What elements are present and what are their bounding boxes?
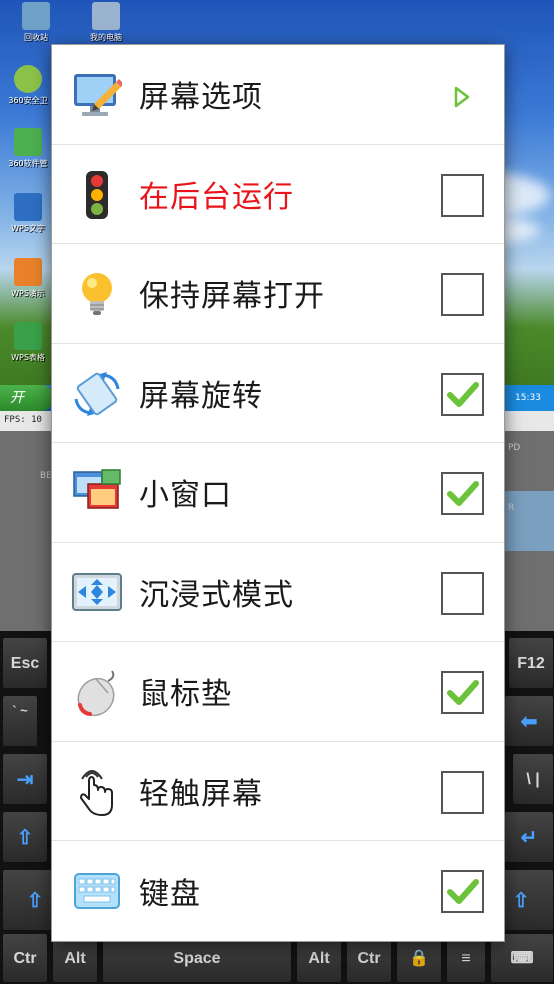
lock-icon: 🔒 (409, 950, 429, 967)
wps-writer-icon (14, 193, 42, 221)
computer-icon (92, 2, 120, 30)
small-window-checkbox[interactable] (441, 472, 484, 515)
menu-item-small-window[interactable]: 小窗口 (52, 443, 504, 543)
menu-item-label: 轻触屏幕 (139, 776, 263, 812)
backspace-key[interactable]: ⬅ (504, 695, 554, 747)
esc-key[interactable]: Esc (2, 637, 48, 689)
system-clock: 15:33 (502, 385, 554, 411)
menu-item-screen-rotation[interactable]: 屏幕旋转 (52, 344, 504, 443)
caps-lock-key[interactable]: ⇧ (2, 811, 48, 863)
menu-item-keyboard[interactable]: 键盘 (52, 841, 504, 941)
small-window-icon (72, 468, 122, 518)
backslash-key[interactable]: \ | (512, 753, 554, 805)
keyboard-checkbox[interactable] (441, 870, 484, 913)
menu-item-label: 屏幕选项 (139, 80, 263, 116)
keyboard-icon: ⌨ (510, 950, 534, 967)
desktop-icon-wps-writer[interactable]: WPS文字 (2, 193, 54, 234)
menu-item-label: 在后台运行 (139, 179, 294, 215)
check-icon (447, 481, 479, 506)
enter-key[interactable]: ↵ (504, 811, 554, 863)
touch-screen-checkbox[interactable] (441, 770, 484, 814)
menu-item-keep-screen-on[interactable]: 保持屏幕打开 (52, 244, 504, 344)
screen-rotation-checkbox[interactable] (441, 372, 484, 416)
monitor-pencil-icon (72, 70, 124, 120)
hamburger-menu-icon: ≡ (461, 950, 471, 967)
menu-item-label: 键盘 (139, 876, 201, 912)
traffic-light-icon (72, 170, 122, 220)
menu-item-immersive-mode[interactable]: 沉浸式模式 (52, 543, 504, 642)
left-side-label: BE (40, 471, 52, 481)
side-panel: R (502, 491, 554, 551)
menu-item-label: 鼠标垫 (139, 677, 232, 713)
wps-spreadsheet-icon (14, 322, 42, 350)
menu-item-screen-options[interactable]: 屏幕选项 (52, 45, 504, 145)
mouse-icon (72, 667, 122, 717)
right-side-label: PD (508, 443, 521, 453)
menu-item-label: 沉浸式模式 (139, 577, 294, 613)
side-panel-label: R (508, 503, 515, 513)
menu-item-mouse-pad[interactable]: 鼠标垫 (52, 642, 504, 742)
desktop-icon-360-software[interactable]: 360软件管 (2, 128, 54, 169)
ctrl-left-key[interactable]: Ctr (2, 933, 48, 983)
fullscreen-icon (72, 568, 122, 618)
desktop-icon-360-security[interactable]: 360安全卫 (2, 65, 54, 106)
check-icon (447, 381, 479, 407)
check-icon (447, 680, 479, 705)
wps-presentation-icon (14, 258, 42, 286)
start-button[interactable]: 开 (0, 385, 52, 411)
tilde-key[interactable]: ` ~ (2, 695, 38, 747)
touch-hand-icon (72, 767, 122, 817)
check-icon (447, 879, 479, 904)
menu-item-label: 小窗口 (139, 478, 232, 514)
menu-item-label: 屏幕旋转 (139, 378, 263, 414)
360-security-icon (14, 65, 42, 93)
light-bulb-icon (72, 269, 122, 319)
desktop-icon-wps-presentation[interactable]: WPS演示 (2, 258, 54, 299)
desktop-icon-my-computer[interactable]: 我的电脑 (80, 2, 132, 43)
tab-key[interactable]: ⇥ (2, 753, 48, 805)
mouse-pad-checkbox[interactable] (441, 671, 484, 714)
run-in-background-checkbox[interactable] (441, 173, 484, 217)
immersive-mode-checkbox[interactable] (441, 571, 484, 615)
menu-item-label: 保持屏幕打开 (139, 279, 325, 315)
keep-screen-on-checkbox[interactable] (441, 273, 484, 316)
desktop-icon-recycle-bin[interactable]: 回收站 (10, 2, 62, 43)
rotate-screen-icon (72, 369, 122, 419)
360-software-icon (14, 128, 42, 156)
menu-item-run-in-background[interactable]: 在后台运行 (52, 145, 504, 244)
recycle-bin-icon (22, 2, 50, 30)
options-menu-dialog: 屏幕选项 在后台运行 保持屏幕打开 屏幕旋转 小窗口 沉浸式模式 鼠标垫 轻触屏… (52, 45, 504, 941)
desktop-icon-wps-spreadsheet[interactable]: WPS表格 (2, 322, 54, 363)
menu-item-touch-screen[interactable]: 轻触屏幕 (52, 742, 504, 841)
f12-key[interactable]: F12 (508, 637, 554, 689)
keyboard-icon (72, 866, 122, 916)
submenu-arrow-icon (454, 86, 470, 112)
